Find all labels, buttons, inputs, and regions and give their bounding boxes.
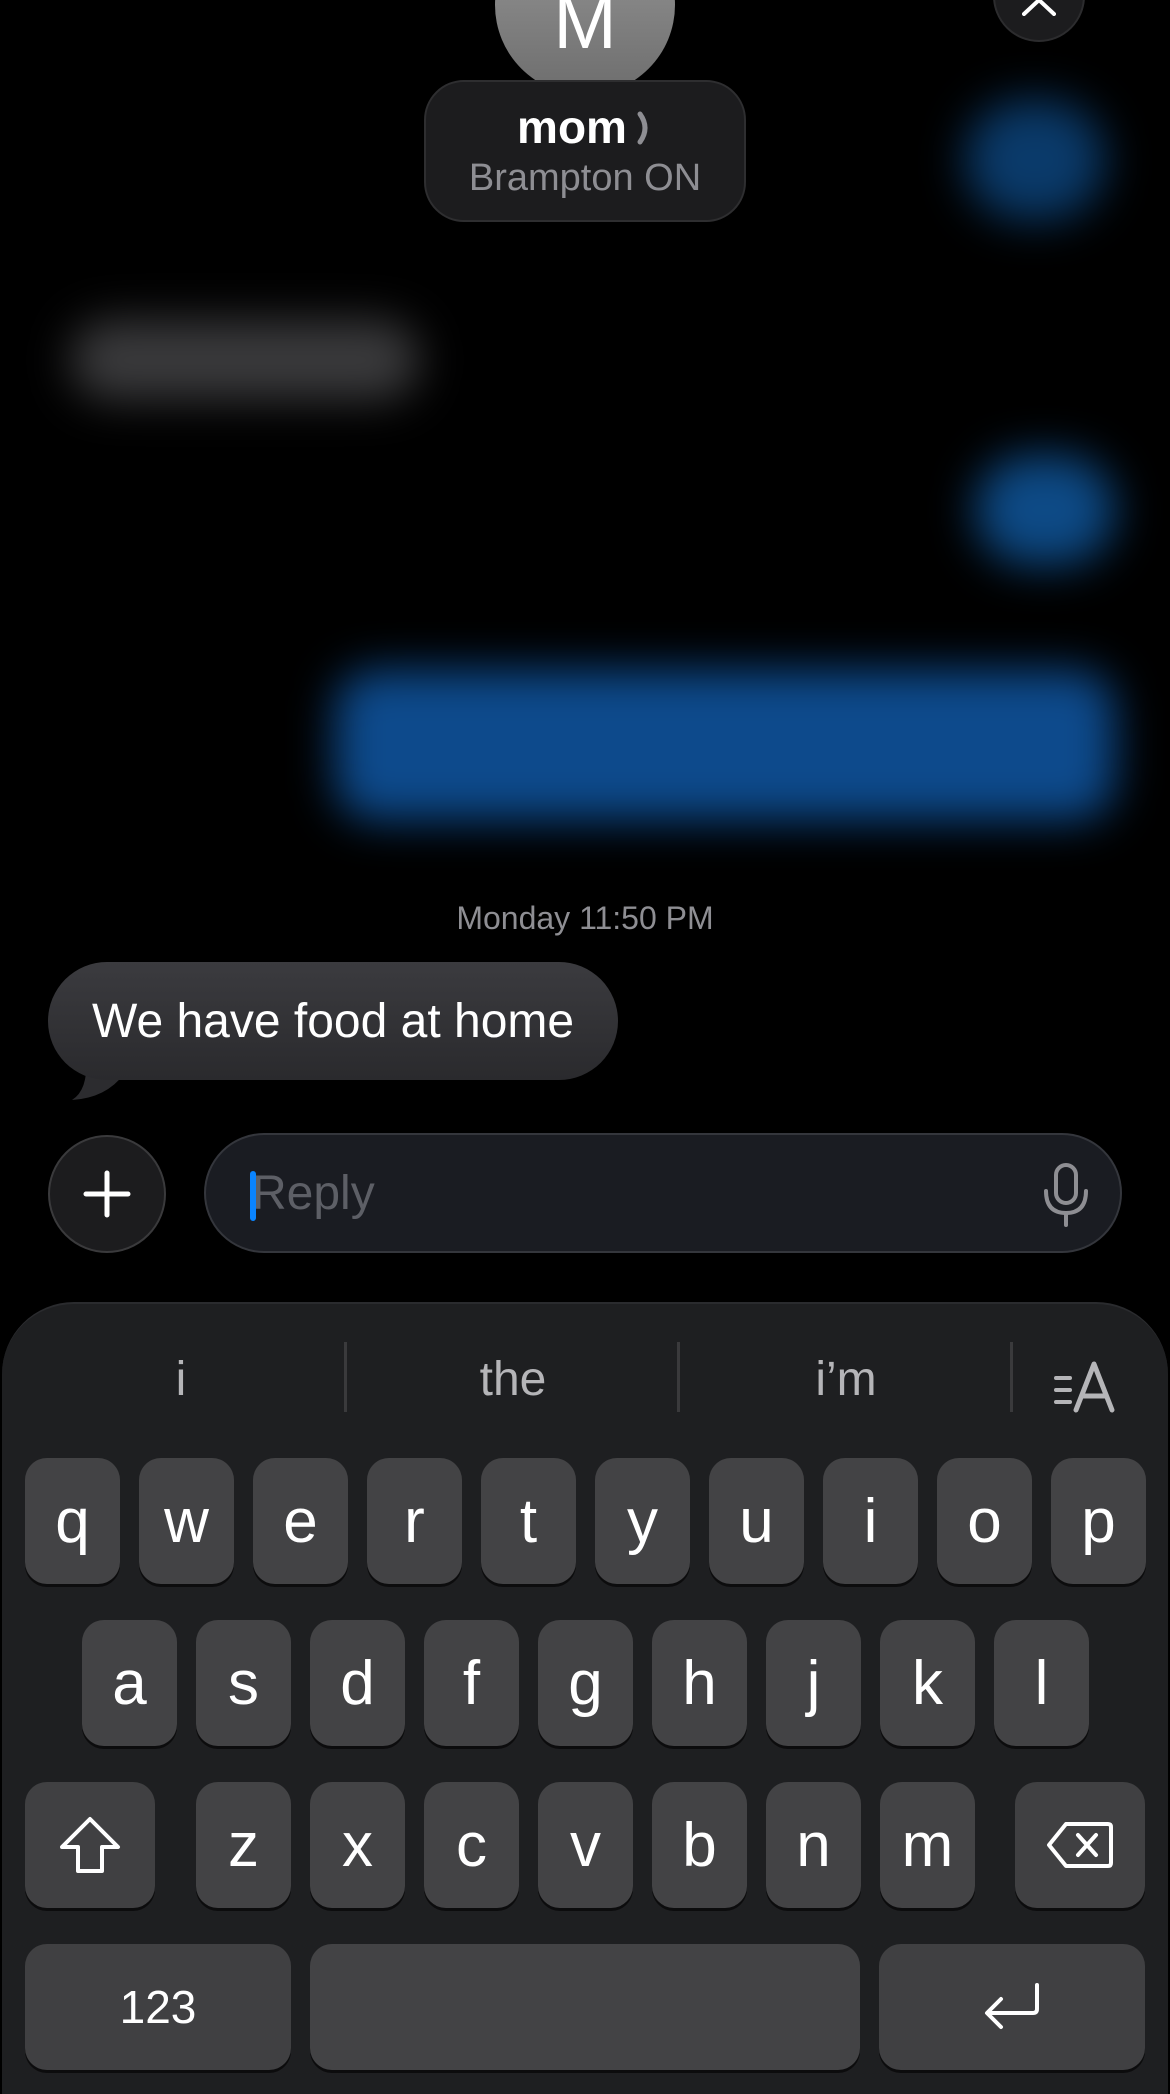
key-l[interactable]: l	[994, 1620, 1089, 1746]
key-q[interactable]: q	[25, 1458, 120, 1584]
suggestion-divider	[344, 1342, 347, 1412]
contact-header[interactable]: mom Brampton ON	[424, 80, 746, 222]
key-n[interactable]: n	[766, 1782, 861, 1908]
key-v[interactable]: v	[538, 1782, 633, 1908]
key-w[interactable]: w	[139, 1458, 234, 1584]
shift-icon	[60, 1817, 120, 1873]
add-attachment-button[interactable]	[48, 1135, 166, 1253]
key-h[interactable]: h	[652, 1620, 747, 1746]
key-a[interactable]: a	[82, 1620, 177, 1746]
avatar-initial: M	[553, 0, 617, 65]
key-i[interactable]: i	[823, 1458, 918, 1584]
message-text: We have food at home	[92, 994, 575, 1048]
return-icon	[985, 1983, 1039, 2029]
suggestion-item[interactable]: the	[348, 1340, 678, 1420]
key-g[interactable]: g	[538, 1620, 633, 1746]
blurred-received-message	[70, 320, 420, 400]
key-m[interactable]: m	[880, 1782, 975, 1908]
chevron-right-icon	[637, 111, 648, 144]
key-k[interactable]: k	[880, 1620, 975, 1746]
blurred-sent-message	[335, 670, 1115, 820]
key-u[interactable]: u	[709, 1458, 804, 1584]
reply-field[interactable]	[204, 1133, 1122, 1253]
key-t[interactable]: t	[481, 1458, 576, 1584]
reply-input[interactable]	[252, 1135, 1012, 1251]
close-icon	[1022, 0, 1056, 16]
shift-key[interactable]	[25, 1782, 155, 1908]
contact-name: mom	[517, 101, 627, 154]
blurred-sent-message	[965, 100, 1105, 220]
suggestion-divider	[677, 1342, 680, 1412]
contact-location: Brampton ON	[468, 156, 702, 199]
key-z[interactable]: z	[196, 1782, 291, 1908]
text-cursor	[250, 1171, 256, 1221]
return-key[interactable]	[879, 1944, 1145, 2070]
key-p[interactable]: p	[1051, 1458, 1146, 1584]
message-timestamp: Monday 11:50 PM	[456, 900, 714, 936]
key-c[interactable]: c	[424, 1782, 519, 1908]
key-o[interactable]: o	[937, 1458, 1032, 1584]
key-s[interactable]: s	[196, 1620, 291, 1746]
key-j[interactable]: j	[766, 1620, 861, 1746]
key-b[interactable]: b	[652, 1782, 747, 1908]
suggestion-divider	[1010, 1342, 1013, 1412]
delete-key[interactable]	[1015, 1782, 1145, 1908]
microphone-icon[interactable]	[1036, 1161, 1096, 1227]
suggestion-item[interactable]: i’m	[681, 1340, 1011, 1420]
key-e[interactable]: e	[253, 1458, 348, 1584]
blurred-sent-message	[975, 455, 1115, 565]
space-key[interactable]	[310, 1944, 860, 2070]
close-button[interactable]	[993, 0, 1085, 42]
key-f[interactable]: f	[424, 1620, 519, 1746]
suggestion-item[interactable]: i	[16, 1340, 346, 1420]
delete-icon	[1047, 1822, 1113, 1868]
key-y[interactable]: y	[595, 1458, 690, 1584]
key-d[interactable]: d	[310, 1620, 405, 1746]
received-message-bubble[interactable]: We have food at home	[48, 962, 619, 1080]
numbers-key[interactable]: 123	[25, 1944, 291, 2070]
plus-icon	[83, 1170, 131, 1218]
text-format-icon[interactable]	[1054, 1358, 1118, 1414]
key-r[interactable]: r	[367, 1458, 462, 1584]
key-x[interactable]: x	[310, 1782, 405, 1908]
